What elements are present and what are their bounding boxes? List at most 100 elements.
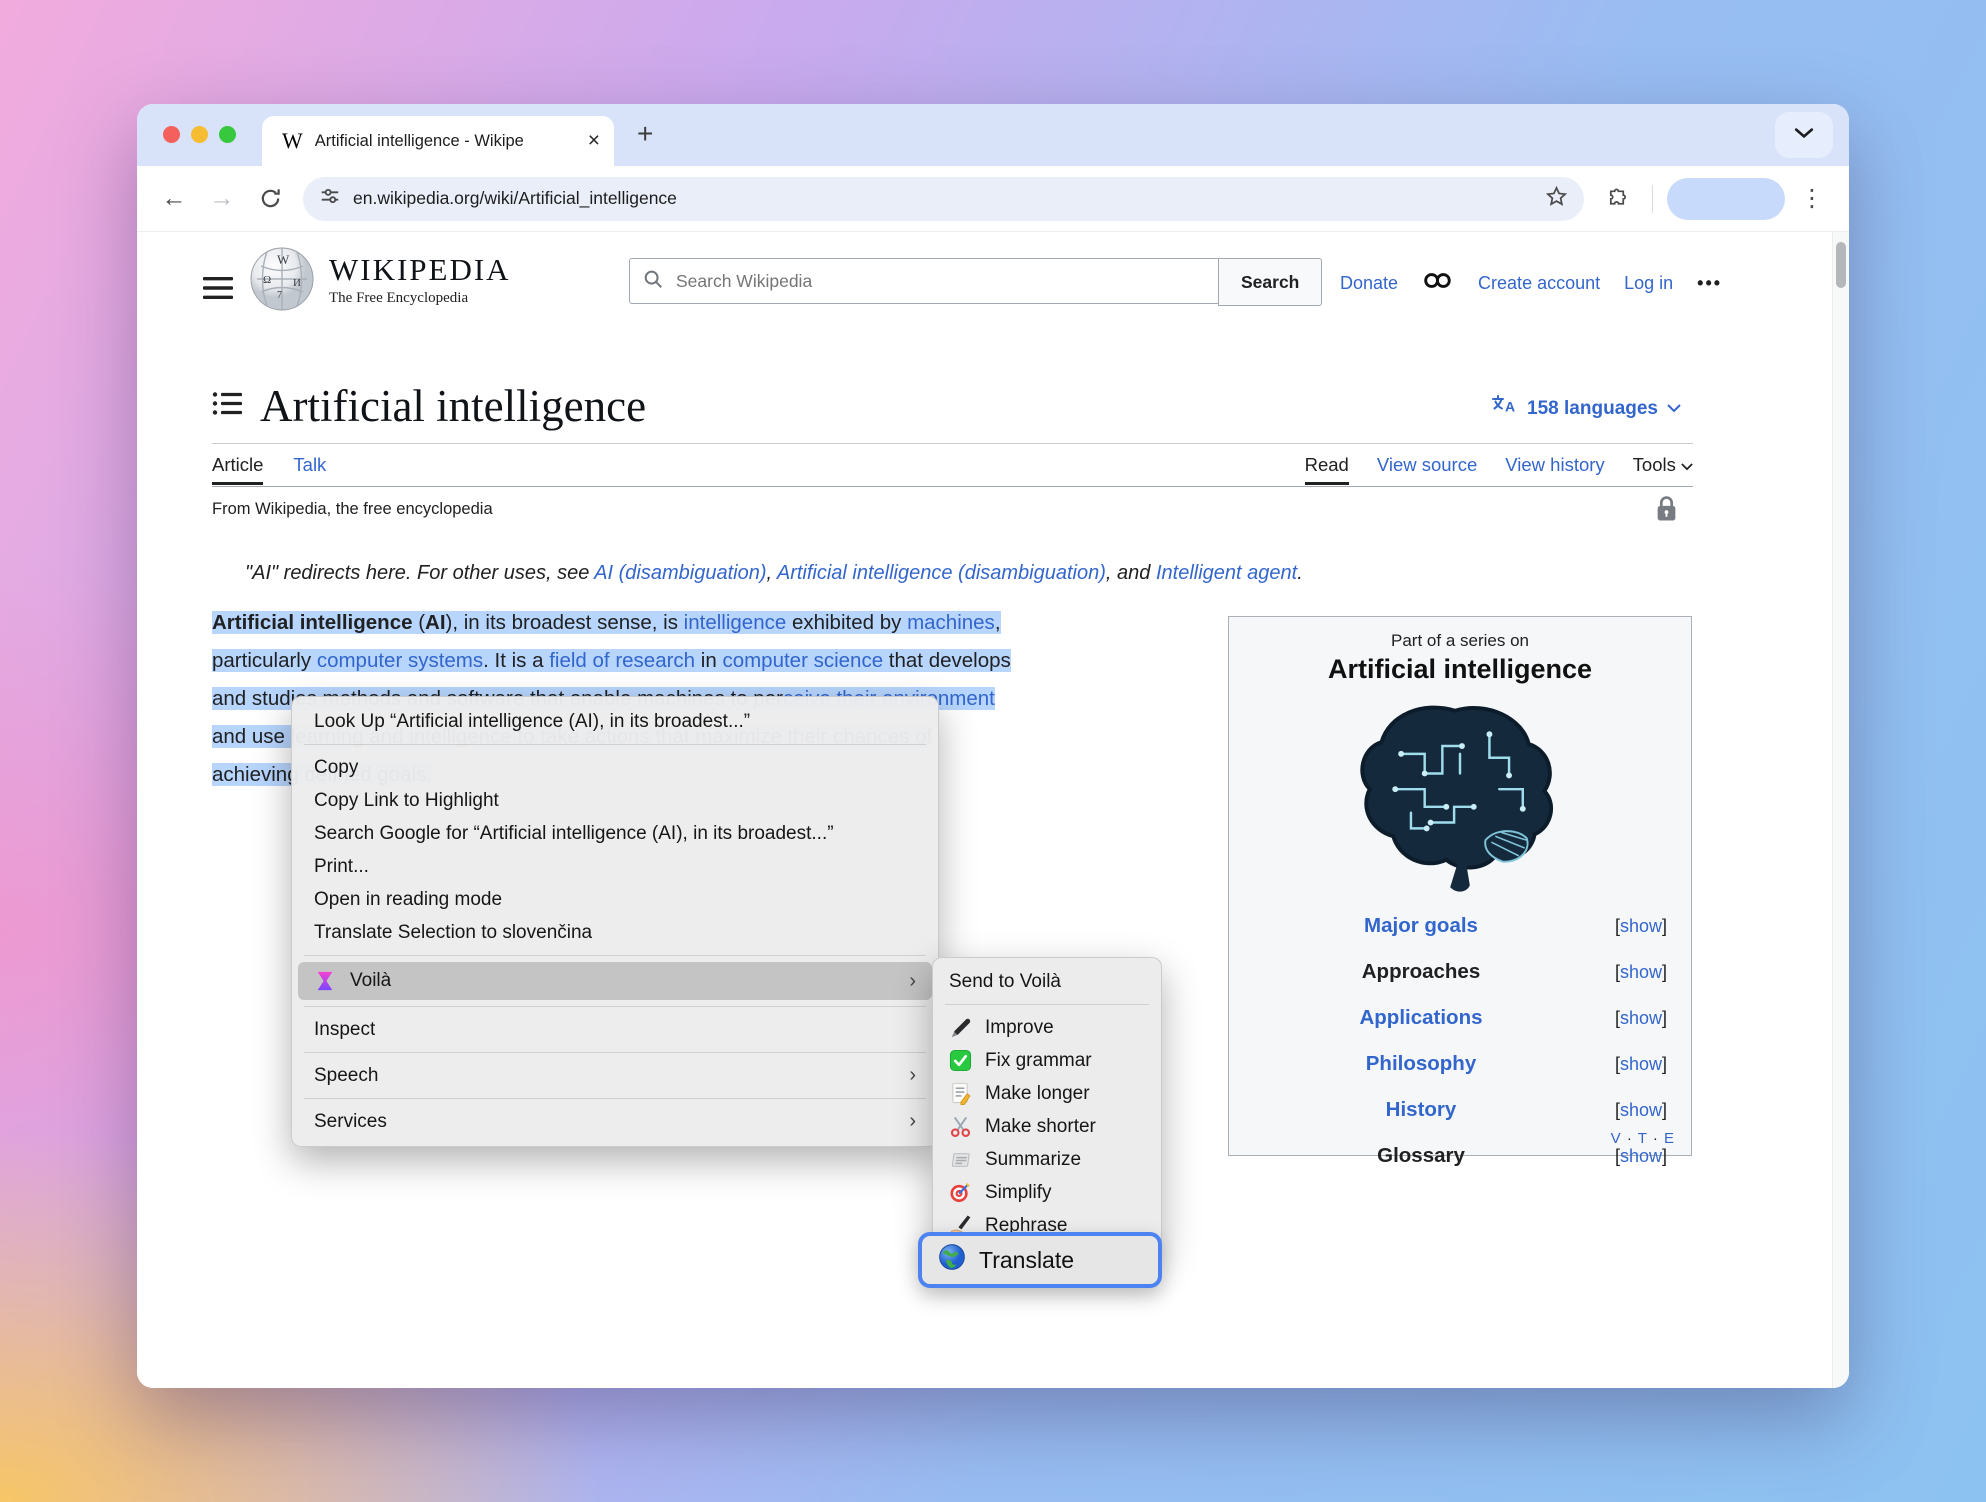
forward-button[interactable]: →: [201, 184, 243, 213]
globe-icon: [938, 1243, 966, 1277]
log-in-link[interactable]: Log in: [1624, 273, 1673, 294]
ai-series-infobox: Part of a series on Artificial intellige…: [1228, 616, 1692, 1156]
tab-view-history[interactable]: View history: [1505, 454, 1604, 476]
cm-item-look-up-artificial-intelligence-ai-in-its-broadest[interactable]: Look Up “Artificial intelligence (AI), i…: [292, 705, 938, 738]
infobox-label[interactable]: Philosophy: [1253, 1052, 1589, 1076]
inline-link[interactable]: computer systems: [317, 649, 483, 672]
inline-text: that develops: [883, 649, 1011, 672]
infinity-icon[interactable]: [1422, 272, 1454, 294]
scrollbar-track[interactable]: [1832, 232, 1849, 1388]
sm-item-send-to-voil[interactable]: Send to Voilà: [933, 965, 1161, 998]
show-toggle[interactable]: [show]: [1589, 1100, 1667, 1121]
tab-talk[interactable]: Talk: [293, 454, 326, 476]
browser-tab[interactable]: W Artificial intelligence - Wikipe ×: [262, 116, 614, 166]
sm-item-make-longer[interactable]: Make longer: [933, 1077, 1161, 1110]
donate-link[interactable]: Donate: [1340, 273, 1398, 294]
show-toggle[interactable]: [show]: [1589, 962, 1667, 983]
vte-link[interactable]: E: [1664, 1130, 1675, 1147]
infobox-label[interactable]: Major goals: [1253, 914, 1589, 938]
inline-text: . It is a: [483, 649, 549, 672]
window-zoom-button[interactable]: [219, 126, 236, 143]
infobox-row-major-goals: Major goals[show]: [1229, 903, 1691, 949]
main-menu-icon[interactable]: [203, 276, 233, 305]
sm-item-improve[interactable]: Improve: [933, 1011, 1161, 1044]
sm-item-make-shorter[interactable]: Make shorter: [933, 1110, 1161, 1143]
menu-separator: [304, 1052, 926, 1053]
cm-item-search-google-for-artificial-intelligence-ai-in-its-broadest[interactable]: Search Google for “Artificial intelligen…: [292, 817, 938, 850]
inline-link[interactable]: Artificial intelligence (disambiguation): [777, 562, 1106, 584]
menu-item-label: Speech: [314, 1065, 378, 1087]
back-button[interactable]: ←: [153, 184, 195, 213]
infobox-label[interactable]: History: [1253, 1098, 1589, 1122]
extensions-icon[interactable]: [1596, 187, 1638, 210]
show-toggle[interactable]: [show]: [1589, 1054, 1667, 1075]
languages-button[interactable]: A 158 languages: [1491, 394, 1681, 423]
show-toggle[interactable]: [show]: [1589, 916, 1667, 937]
menu-item-label: Simplify: [985, 1182, 1052, 1204]
cm-item-services[interactable]: Services›: [292, 1105, 938, 1138]
scrollbar-thumb[interactable]: [1836, 242, 1846, 288]
create-account-link[interactable]: Create account: [1478, 273, 1600, 294]
wikipedia-globe-logo[interactable]: W Ω И 7: [249, 246, 315, 317]
cm-item-print[interactable]: Print...: [292, 850, 938, 883]
more-options-icon[interactable]: •••: [1697, 273, 1722, 294]
inline-link[interactable]: intelligence: [684, 611, 787, 634]
window-minimize-button[interactable]: [191, 126, 208, 143]
cm-item-inspect[interactable]: Inspect: [292, 1013, 938, 1046]
cm-item-open-in-reading-mode[interactable]: Open in reading mode: [292, 883, 938, 916]
bookmark-star-icon[interactable]: [1545, 185, 1568, 213]
search-input[interactable]: [674, 270, 1206, 293]
infobox-label: Approaches: [1253, 960, 1589, 984]
search-input-box[interactable]: [629, 258, 1219, 304]
show-toggle[interactable]: [show]: [1589, 1146, 1667, 1167]
svg-text:7: 7: [277, 290, 282, 301]
toc-list-icon[interactable]: [212, 390, 242, 422]
protection-lock-icon[interactable]: [1654, 494, 1679, 529]
inline-link[interactable]: AI (disambiguation): [594, 562, 766, 584]
cm-item-translate-selection-to-sloven-ina[interactable]: Translate Selection to slovenčina: [292, 916, 938, 949]
url-text[interactable]: en.wikipedia.org/wiki/Artificial_intelli…: [353, 188, 1533, 209]
menu-dots-icon[interactable]: ⋮: [1791, 195, 1833, 203]
voila-submenu: Send to Voilà ImproveFix grammarMake long…: [932, 957, 1162, 1250]
reload-button[interactable]: [249, 187, 291, 210]
inline-text: .: [1297, 562, 1303, 584]
circuit-brain-image: [1335, 695, 1585, 901]
menu-separator: [945, 1004, 1149, 1005]
vte-link[interactable]: T: [1638, 1130, 1648, 1147]
search-button[interactable]: Search: [1218, 258, 1322, 306]
submenu-chevron-icon: ›: [909, 970, 916, 993]
address-bar[interactable]: en.wikipedia.org/wiki/Artificial_intelli…: [303, 177, 1584, 221]
document-icon: [949, 1148, 977, 1171]
cm-item-voil[interactable]: Voilà›: [298, 962, 932, 1000]
tab-search-button[interactable]: [1775, 112, 1833, 158]
sm-item-fix-grammar[interactable]: Fix grammar: [933, 1044, 1161, 1077]
translate-menu-item[interactable]: Translate: [918, 1232, 1162, 1288]
cm-item-copy[interactable]: Copy: [292, 751, 938, 784]
cm-item-speech[interactable]: Speech›: [292, 1059, 938, 1092]
wordmark-tagline: The Free Encyclopedia: [329, 290, 511, 307]
window-close-button[interactable]: [163, 126, 180, 143]
menu-item-label: Inspect: [314, 1019, 375, 1041]
inline-text: (: [413, 611, 426, 634]
tab-read[interactable]: Read: [1305, 454, 1349, 476]
sm-item-simplify[interactable]: Simplify: [933, 1176, 1161, 1209]
tab-article[interactable]: Article: [212, 454, 263, 476]
wikipedia-wordmark[interactable]: WIKIPEDIA The Free Encyclopedia: [329, 252, 511, 307]
infobox-label[interactable]: Applications: [1253, 1006, 1589, 1030]
tab-view-source[interactable]: View source: [1377, 454, 1477, 476]
inline-link[interactable]: field of research: [549, 649, 695, 672]
inline-link[interactable]: Intelligent agent: [1156, 562, 1297, 584]
inline-link[interactable]: computer science: [722, 649, 883, 672]
profile-pill[interactable]: [1667, 178, 1785, 220]
inline-link[interactable]: machines: [907, 611, 995, 634]
tab-tools[interactable]: Tools: [1633, 454, 1693, 476]
site-settings-icon[interactable]: [319, 185, 341, 212]
tabs-divider: [212, 486, 1693, 487]
tab-close-icon[interactable]: ×: [588, 129, 600, 153]
vte-link[interactable]: V: [1611, 1130, 1622, 1147]
sm-item-summarize[interactable]: Summarize: [933, 1143, 1161, 1176]
show-toggle[interactable]: [show]: [1589, 1008, 1667, 1029]
pen-icon: [949, 1016, 977, 1040]
new-tab-button[interactable]: +: [637, 118, 653, 150]
cm-item-copy-link-to-highlight[interactable]: Copy Link to Highlight: [292, 784, 938, 817]
